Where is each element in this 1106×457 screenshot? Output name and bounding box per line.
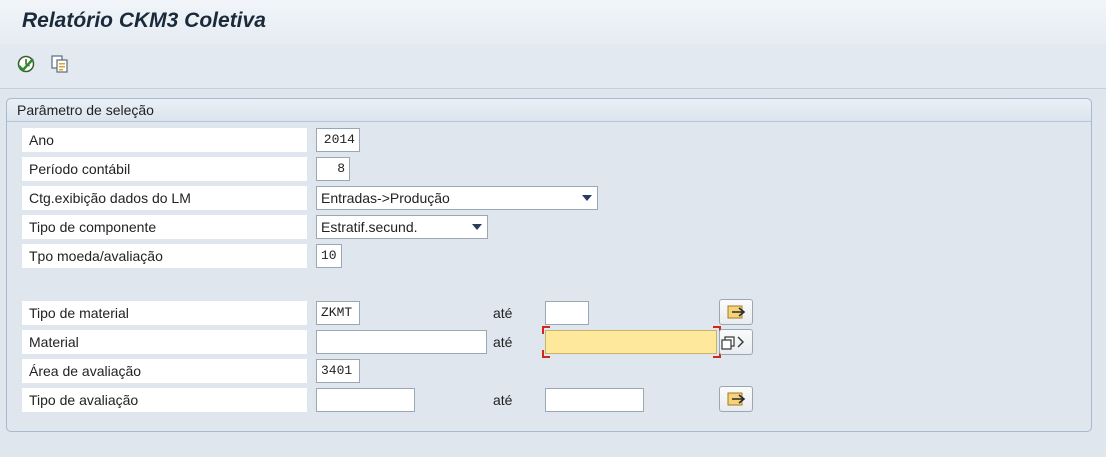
arrow-right-icon bbox=[727, 392, 746, 406]
tipo-componente-label: Tipo de componente bbox=[22, 215, 307, 239]
tipo-material-label: Tipo de material bbox=[22, 301, 307, 325]
ano-field[interactable]: 2014 bbox=[316, 128, 360, 152]
ctg-exibicao-value: Entradas->Produção bbox=[321, 190, 450, 206]
execute-icon[interactable] bbox=[16, 54, 36, 74]
chevron-down-icon[interactable] bbox=[472, 224, 482, 230]
tipo-material-ate-label: até bbox=[493, 305, 513, 321]
tipo-avaliacao-label: Tipo de avaliação bbox=[22, 388, 307, 412]
page-title: Relatório CKM3 Coletiva bbox=[22, 9, 266, 32]
tipo-material-to-field[interactable] bbox=[545, 301, 589, 325]
ctg-exibicao-dropdown[interactable]: Entradas->Produção bbox=[316, 186, 598, 210]
copy-icon bbox=[721, 336, 744, 350]
get-variant-icon[interactable] bbox=[50, 54, 70, 74]
ctg-exibicao-label: Ctg.exibição dados do LM bbox=[22, 186, 307, 210]
material-label: Material bbox=[22, 330, 307, 354]
tipo-componente-value: Estratif.secund. bbox=[321, 219, 418, 235]
tipo-avaliacao-from-field[interactable] bbox=[316, 388, 415, 412]
material-to-field[interactable] bbox=[545, 330, 717, 354]
periodo-label: Período contábil bbox=[22, 157, 307, 181]
area-avaliacao-label: Área de avaliação bbox=[22, 359, 307, 383]
ano-label: Ano bbox=[22, 128, 307, 152]
application-toolbar bbox=[0, 44, 1106, 89]
tpo-moeda-field[interactable]: 10 bbox=[316, 244, 342, 268]
material-ate-label: até bbox=[493, 334, 513, 350]
panel-header: Parâmetro de seleção bbox=[7, 99, 1091, 122]
material-from-field[interactable] bbox=[316, 330, 487, 354]
chevron-down-icon[interactable] bbox=[582, 195, 592, 201]
tpo-moeda-label: Tpo moeda/avaliação bbox=[22, 244, 307, 268]
multiple-selection-button[interactable] bbox=[719, 299, 753, 325]
tipo-componente-dropdown[interactable]: Estratif.secund. bbox=[316, 215, 488, 239]
tipo-material-from-field[interactable]: ZKMT bbox=[316, 301, 360, 325]
multiple-selection-button[interactable] bbox=[719, 329, 753, 355]
panel-title: Parâmetro de seleção bbox=[17, 102, 154, 118]
focus-marker bbox=[542, 350, 550, 358]
tipo-avaliacao-to-field[interactable] bbox=[545, 388, 644, 412]
area-avaliacao-field[interactable]: 3401 bbox=[316, 359, 360, 383]
tipo-avaliacao-ate-label: até bbox=[493, 392, 513, 408]
multiple-selection-button[interactable] bbox=[719, 386, 753, 412]
periodo-field[interactable]: 8 bbox=[316, 157, 350, 181]
arrow-right-icon bbox=[727, 305, 746, 319]
focus-marker bbox=[542, 326, 550, 334]
title-bar: Relatório CKM3 Coletiva bbox=[0, 0, 1106, 44]
